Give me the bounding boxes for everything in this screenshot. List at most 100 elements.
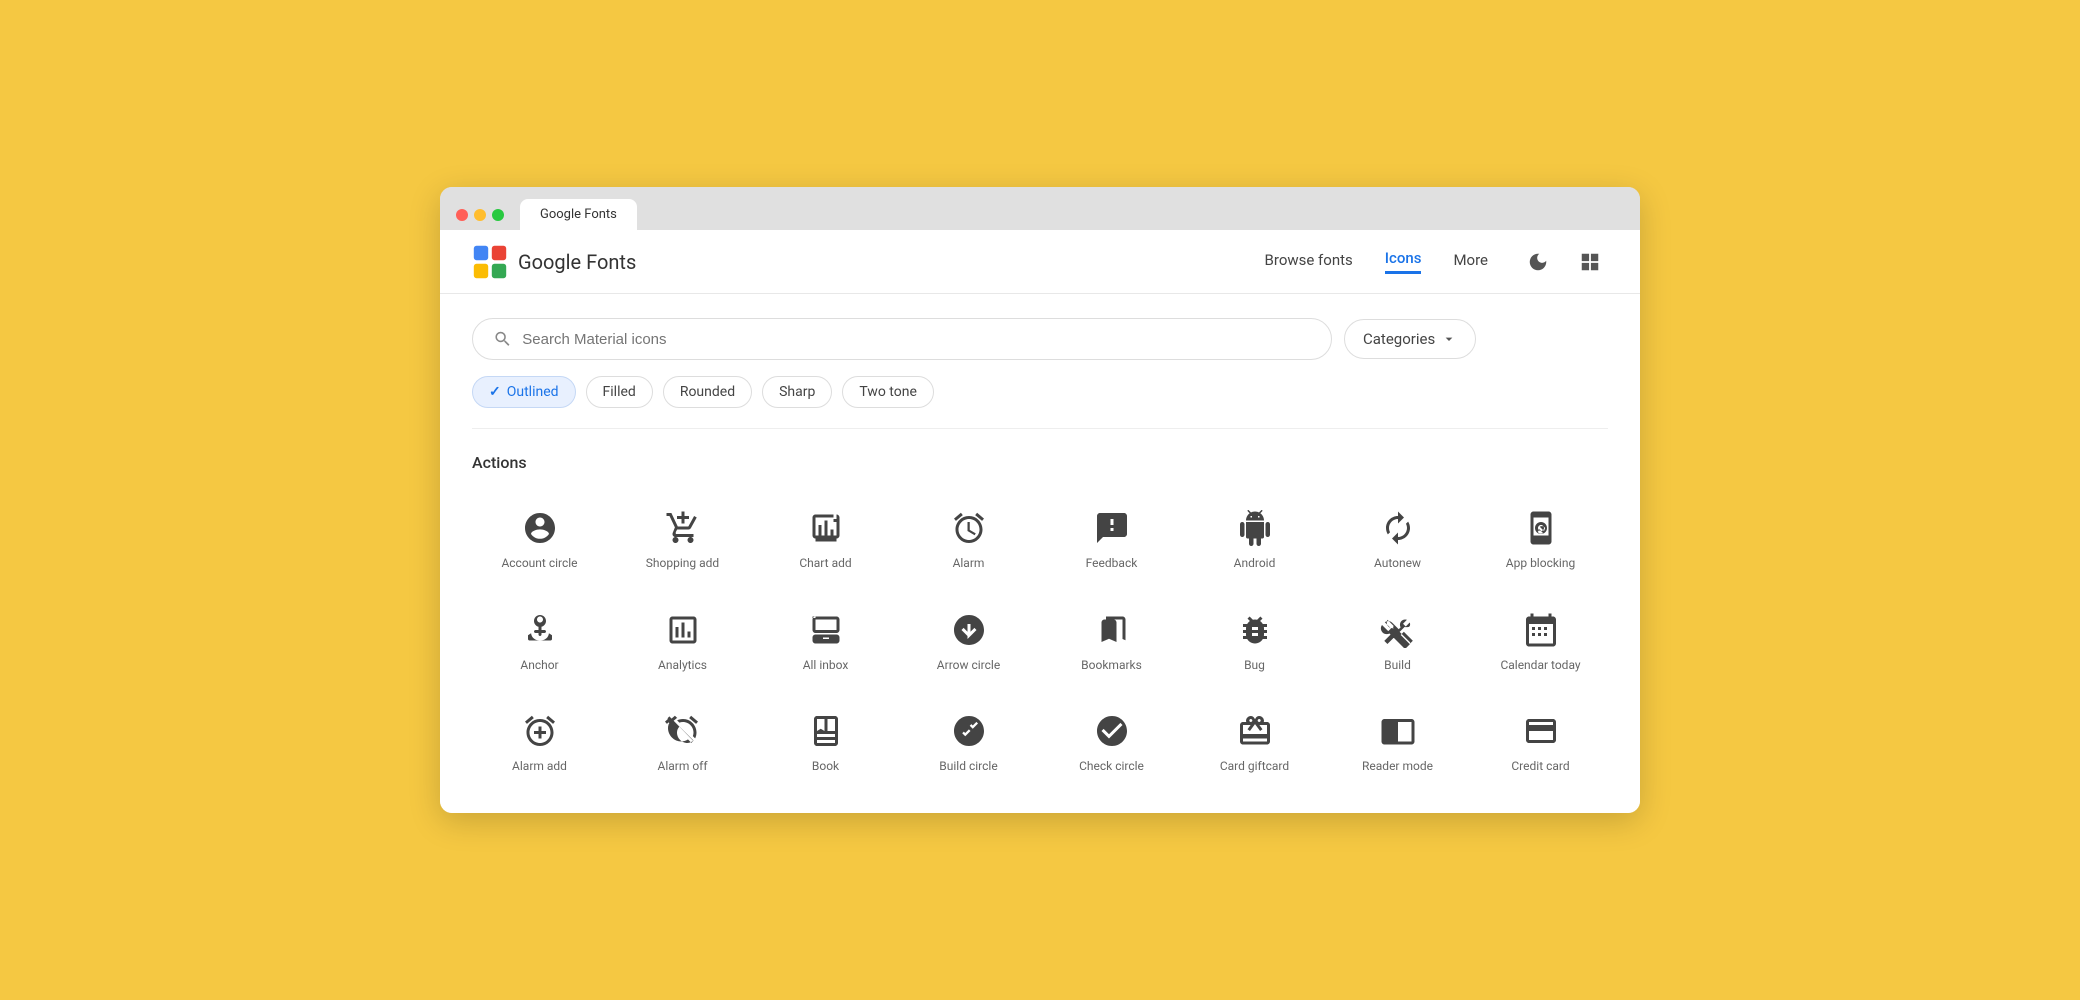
anchor-icon xyxy=(522,612,558,648)
app-blocking-label: App blocking xyxy=(1506,556,1575,572)
feedback-label: Feedback xyxy=(1086,556,1138,572)
analytics-icon xyxy=(665,612,701,648)
chart-add-icon xyxy=(808,510,844,546)
icon-autonew[interactable]: Autonew xyxy=(1330,492,1465,586)
nav-icons[interactable]: Icons xyxy=(1385,249,1422,274)
filter-sharp-label: Sharp xyxy=(779,384,815,400)
shopping-add-icon xyxy=(665,510,701,546)
active-tab[interactable]: Google Fonts xyxy=(520,199,637,230)
logo-text: Google Fonts xyxy=(518,250,636,274)
book-label: Book xyxy=(812,759,839,775)
anchor-label: Anchor xyxy=(520,658,558,674)
section-title: Actions xyxy=(472,453,1608,472)
icon-chart-add[interactable]: Chart add xyxy=(758,492,893,586)
search-icon xyxy=(493,329,512,349)
account-circle-icon xyxy=(522,510,558,546)
icon-all-inbox[interactable]: All inbox xyxy=(758,594,893,688)
theme-toggle-button[interactable] xyxy=(1520,244,1556,280)
icon-shopping-add[interactable]: Shopping add xyxy=(615,492,750,586)
filter-filled[interactable]: Filled xyxy=(586,376,653,408)
browser-chrome: Google Fonts xyxy=(440,187,1640,230)
feedback-icon xyxy=(1094,510,1130,546)
bug-label: Bug xyxy=(1244,658,1265,674)
minimize-dot[interactable] xyxy=(474,209,486,221)
bookmarks-label: Bookmarks xyxy=(1081,658,1142,674)
chevron-down-icon xyxy=(1441,331,1457,347)
categories-button[interactable]: Categories xyxy=(1344,319,1476,359)
icon-build-circle[interactable]: Build circle xyxy=(901,695,1036,789)
filter-rounded[interactable]: Rounded xyxy=(663,376,752,408)
icons-grid-row2: Anchor Analytics All inbox xyxy=(472,594,1608,688)
android-label: Android xyxy=(1234,556,1276,572)
filter-two-tone[interactable]: Two tone xyxy=(842,376,934,408)
nav-browse-fonts[interactable]: Browse fonts xyxy=(1265,251,1353,273)
search-input[interactable] xyxy=(522,331,1311,348)
app-blocking-icon xyxy=(1523,510,1559,546)
icon-card-giftcard[interactable]: Card giftcard xyxy=(1187,695,1322,789)
icon-alarm[interactable]: Alarm xyxy=(901,492,1036,586)
arrow-circle-icon xyxy=(951,612,987,648)
nav-actions xyxy=(1520,244,1608,280)
icon-bookmarks[interactable]: Bookmarks xyxy=(1044,594,1179,688)
search-box xyxy=(472,318,1332,360)
credit-card-label: Credit card xyxy=(1511,759,1569,775)
icon-book[interactable]: Book xyxy=(758,695,893,789)
reader-mode-icon xyxy=(1380,713,1416,749)
icon-bug[interactable]: Bug xyxy=(1187,594,1322,688)
autonew-icon xyxy=(1380,510,1416,546)
icon-calendar-today[interactable]: Calendar today xyxy=(1473,594,1608,688)
filter-outlined[interactable]: ✓ Outlined xyxy=(472,376,576,408)
icons-grid-row1: Account circle Shopping add Chart add xyxy=(472,492,1608,586)
icon-feedback[interactable]: Feedback xyxy=(1044,492,1179,586)
alarm-icon xyxy=(951,510,987,546)
icon-reader-mode[interactable]: Reader mode xyxy=(1330,695,1465,789)
build-icon xyxy=(1380,612,1416,648)
filter-area: ✓ Outlined Filled Rounded Sharp Two tone xyxy=(440,376,1640,428)
check-circle-label: Check circle xyxy=(1079,759,1144,775)
card-giftcard-icon xyxy=(1237,713,1273,749)
build-label: Build xyxy=(1384,658,1411,674)
chart-add-label: Chart add xyxy=(799,556,851,572)
icon-build[interactable]: Build xyxy=(1330,594,1465,688)
filter-two-tone-label: Two tone xyxy=(859,384,917,400)
arrow-circle-label: Arrow circle xyxy=(937,658,1000,674)
categories-label: Categories xyxy=(1363,330,1435,348)
icon-credit-card[interactable]: Credit card xyxy=(1473,695,1608,789)
icon-android[interactable]: Android xyxy=(1187,492,1322,586)
book-icon xyxy=(808,713,844,749)
filter-sharp[interactable]: Sharp xyxy=(762,376,832,408)
autonew-label: Autonew xyxy=(1374,556,1421,572)
icon-alarm-add[interactable]: Alarm add xyxy=(472,695,607,789)
alarm-add-label: Alarm add xyxy=(512,759,567,775)
filter-filled-label: Filled xyxy=(603,384,636,400)
logo-icon xyxy=(472,244,508,280)
nav-links: Browse fonts Icons More xyxy=(1265,249,1488,274)
icon-arrow-circle[interactable]: Arrow circle xyxy=(901,594,1036,688)
navbar: Google Fonts Browse fonts Icons More xyxy=(440,230,1640,294)
icon-analytics[interactable]: Analytics xyxy=(615,594,750,688)
alarm-label: Alarm xyxy=(953,556,985,572)
card-giftcard-label: Card giftcard xyxy=(1220,759,1289,775)
alarm-add-icon xyxy=(522,713,558,749)
grid-view-button[interactable] xyxy=(1572,244,1608,280)
check-circle-icon xyxy=(1094,713,1130,749)
icon-alarm-off[interactable]: Alarm off xyxy=(615,695,750,789)
build-circle-label: Build circle xyxy=(939,759,997,775)
alarm-off-icon xyxy=(665,713,701,749)
tab-bar: Google Fonts xyxy=(520,199,1624,230)
calendar-today-label: Calendar today xyxy=(1500,658,1580,674)
close-dot[interactable] xyxy=(456,209,468,221)
divider xyxy=(472,428,1608,429)
credit-card-icon xyxy=(1523,713,1559,749)
icon-app-blocking[interactable]: App blocking xyxy=(1473,492,1608,586)
maximize-dot[interactable] xyxy=(492,209,504,221)
all-inbox-label: All inbox xyxy=(803,658,849,674)
icon-check-circle[interactable]: Check circle xyxy=(1044,695,1179,789)
search-area: Categories xyxy=(440,294,1640,376)
filter-rounded-label: Rounded xyxy=(680,384,735,400)
nav-more[interactable]: More xyxy=(1453,251,1488,273)
shopping-add-label: Shopping add xyxy=(646,556,719,572)
icon-account-circle[interactable]: Account circle xyxy=(472,492,607,586)
browser-dots xyxy=(456,209,504,221)
icon-anchor[interactable]: Anchor xyxy=(472,594,607,688)
